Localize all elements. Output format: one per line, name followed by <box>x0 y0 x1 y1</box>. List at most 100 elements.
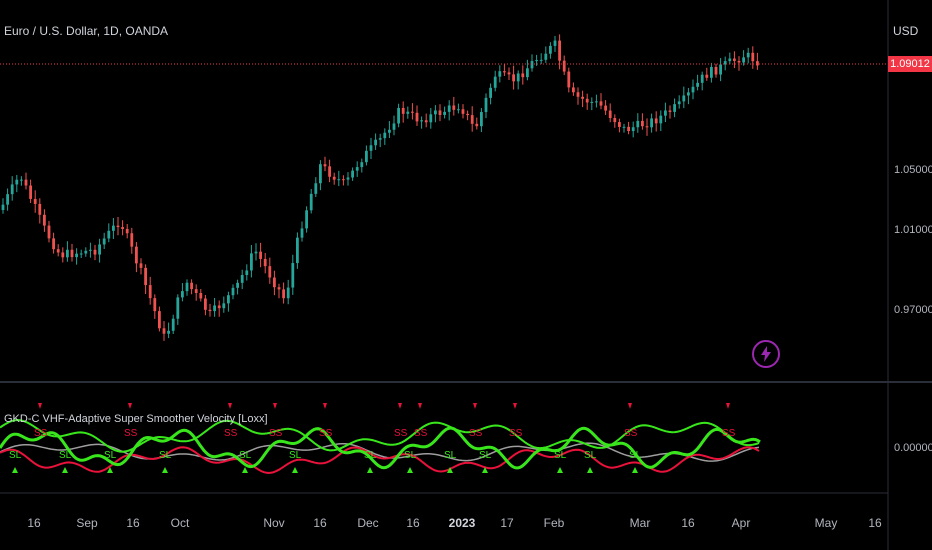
candle-body <box>153 298 157 312</box>
short-arrow-icon <box>726 403 730 409</box>
candle <box>539 53 543 64</box>
candle <box>213 297 216 317</box>
candle-body <box>489 87 492 98</box>
lightning-bolt-icon[interactable] <box>752 340 780 368</box>
candle <box>47 220 51 243</box>
candle-body <box>98 244 101 255</box>
candle-body <box>691 86 695 93</box>
candle-body <box>728 58 732 62</box>
candle <box>153 294 157 319</box>
candle-body <box>346 177 350 180</box>
candle-body <box>452 105 456 110</box>
candle <box>181 283 184 302</box>
candle-body <box>539 59 543 61</box>
candle-body <box>378 138 382 140</box>
candle <box>503 64 506 76</box>
candle <box>360 158 364 173</box>
long-arrow-icon <box>587 467 593 473</box>
candle <box>746 47 750 64</box>
short-signal-label: SS <box>124 428 138 439</box>
candle-body <box>61 252 65 258</box>
candle <box>553 36 557 52</box>
indicator-title[interactable]: GKD-C VHF-Adaptive Super Smoother Veloci… <box>4 413 268 425</box>
candle-body <box>102 238 106 245</box>
candle-body <box>337 179 341 181</box>
long-arrow-icon <box>242 467 248 473</box>
long-signal: SL <box>479 450 492 473</box>
candle <box>673 98 676 118</box>
long-arrow-icon <box>557 467 563 473</box>
candle <box>567 67 571 93</box>
short-signal-label: SS <box>509 428 523 439</box>
short-arrow-icon <box>128 403 132 409</box>
candle-body <box>710 66 713 78</box>
candle <box>227 291 230 312</box>
candle-body <box>185 282 189 292</box>
candle-body <box>705 74 709 78</box>
candle <box>139 258 143 275</box>
candle-body <box>627 126 630 132</box>
candle-body <box>355 167 359 171</box>
long-signal-label: SL <box>584 450 597 461</box>
long-arrow-icon <box>162 467 168 473</box>
candle-body <box>190 282 193 290</box>
candle <box>355 161 359 177</box>
candle-body <box>677 101 681 105</box>
short-signal: SS <box>509 403 523 439</box>
candle <box>112 218 115 239</box>
candle-body <box>296 237 299 264</box>
candle <box>682 86 686 109</box>
candle-body <box>369 145 373 151</box>
candle <box>277 283 281 299</box>
symbol-title[interactable]: Euro / U.S. Dollar, 1D, OANDA <box>4 24 168 38</box>
candle <box>650 113 653 133</box>
candle <box>590 97 594 111</box>
candle-body <box>424 120 428 123</box>
candle <box>733 51 736 69</box>
candle-body <box>305 210 308 229</box>
candle <box>38 198 42 224</box>
candle-body <box>277 287 281 290</box>
candle <box>604 100 607 115</box>
candle-body <box>438 110 442 115</box>
candle-body <box>549 45 552 54</box>
time-tick: Apr <box>731 516 751 530</box>
candle-body <box>516 73 520 82</box>
short-signal-label: SS <box>224 428 238 439</box>
candle <box>480 108 483 133</box>
candle-body <box>319 164 322 184</box>
candle <box>291 254 295 295</box>
short-signal-label: SS <box>319 428 333 439</box>
candle-body <box>208 309 212 312</box>
candle <box>622 123 626 133</box>
candle-body <box>144 267 147 286</box>
candle <box>719 58 722 82</box>
price-tick: 1.05000 <box>894 164 932 176</box>
candle <box>641 113 644 130</box>
candle <box>89 242 92 258</box>
candle <box>475 117 479 130</box>
candle-body <box>687 92 690 96</box>
candle <box>176 294 180 325</box>
candle-body <box>544 53 548 60</box>
time-tick: Sep <box>76 516 98 530</box>
time-tick-year: 2023 <box>448 516 476 530</box>
candle <box>250 245 253 278</box>
candle <box>56 244 60 257</box>
candle <box>351 167 354 181</box>
candle <box>268 257 272 284</box>
long-arrow-icon <box>12 467 18 473</box>
candle-body <box>291 263 295 288</box>
short-arrow-icon <box>418 403 422 409</box>
candle-body <box>66 249 69 258</box>
short-arrow-icon <box>398 403 402 409</box>
candle-body <box>714 66 718 75</box>
short-signal: SS <box>269 403 283 439</box>
chart-canvas[interactable]: SS SS SS SS SS SS SS SS SS SS SSSL SL SL SL SL SL SL SL SL… <box>0 0 932 550</box>
candle-body <box>240 274 244 283</box>
candle <box>79 249 83 259</box>
candle <box>668 105 672 119</box>
short-signal: SS <box>414 403 428 439</box>
candle <box>636 113 640 133</box>
candle <box>512 65 515 90</box>
